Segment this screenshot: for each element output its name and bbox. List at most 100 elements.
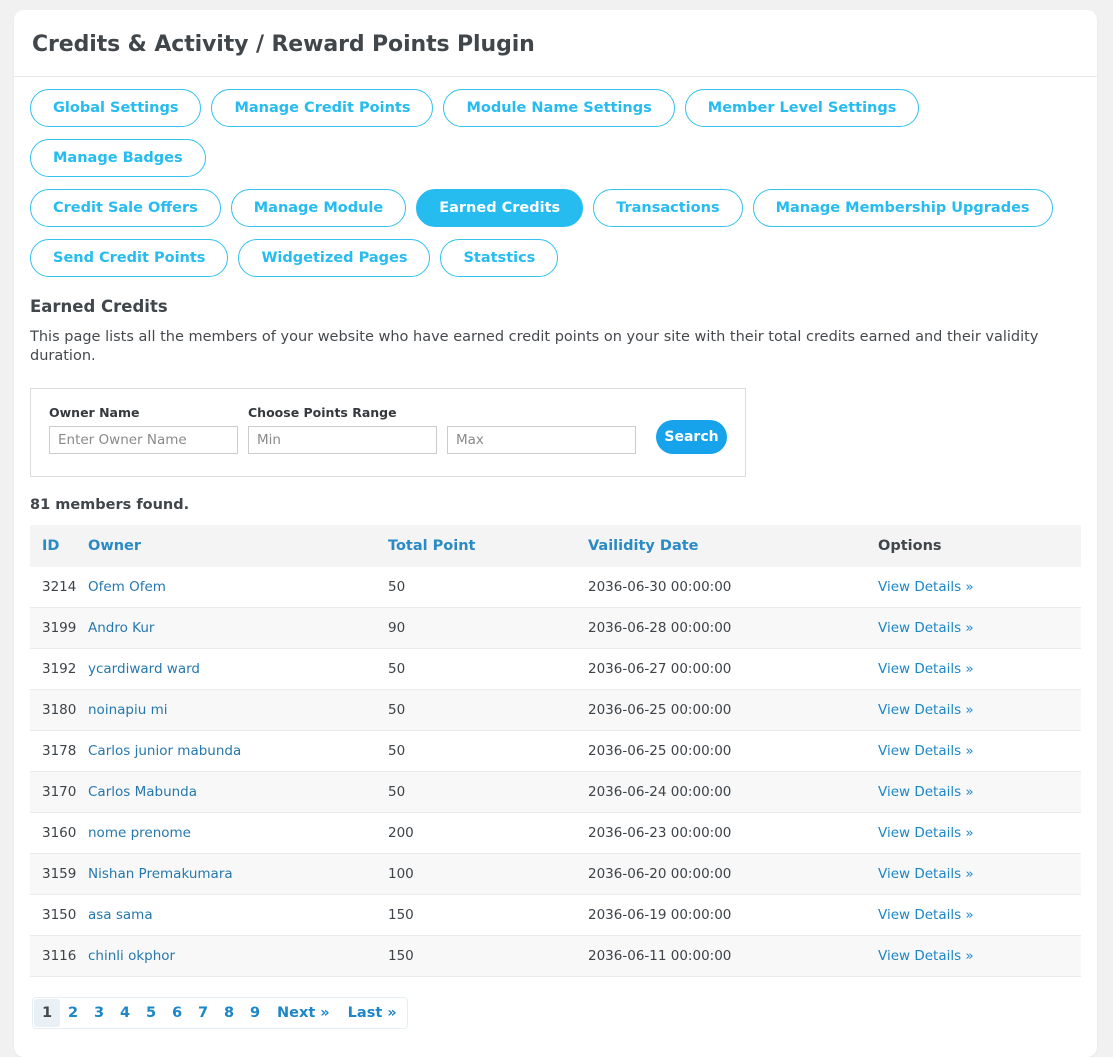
table-header-row: ID Owner Total Point Vailidity Date Opti… (30, 525, 1081, 568)
tab-navigation: Global Settings Manage Credit Points Mod… (14, 77, 1097, 289)
owner-link[interactable]: Carlos junior mabunda (88, 743, 241, 759)
cell-owner: Carlos junior mabunda (88, 730, 388, 773)
cell-owner: nome prenome (88, 812, 388, 855)
column-header-owner[interactable]: Owner (88, 525, 388, 568)
cell-validity-date: 2036-06-24 00:00:00 (588, 771, 878, 814)
tab-earned-credits[interactable]: Earned Credits (416, 189, 584, 228)
view-details-link[interactable]: View Details » (878, 620, 974, 636)
cell-owner: Andro Kur (88, 607, 388, 650)
owner-link[interactable]: Carlos Mabunda (88, 784, 197, 800)
tab-widgetized-pages[interactable]: Widgetized Pages (238, 239, 431, 278)
cell-owner: Ofem Ofem (88, 567, 388, 609)
tab-module-name-settings[interactable]: Module Name Settings (443, 89, 675, 128)
column-header-id[interactable]: ID (30, 525, 88, 568)
pagination-page-4[interactable]: 4 (112, 999, 138, 1027)
cell-total-point: 150 (388, 935, 588, 978)
cell-owner: asa sama (88, 894, 388, 937)
table-row: 3178 Carlos junior mabunda 50 2036-06-25… (30, 730, 1081, 773)
pagination-page-7[interactable]: 7 (190, 999, 216, 1027)
cell-options: View Details » (878, 771, 1081, 814)
view-details-link[interactable]: View Details » (878, 743, 974, 759)
page-title: Credits & Activity / Reward Points Plugi… (32, 32, 535, 57)
tab-credit-sale-offers[interactable]: Credit Sale Offers (30, 189, 221, 228)
cell-total-point: 200 (388, 812, 588, 855)
pagination-page-8[interactable]: 8 (216, 999, 242, 1027)
cell-options: View Details » (878, 853, 1081, 896)
owner-name-group: Owner Name (49, 405, 238, 455)
cell-total-point: 50 (388, 689, 588, 732)
owner-link[interactable]: noinapiu mi (88, 702, 167, 718)
tab-transactions[interactable]: Transactions (593, 189, 743, 228)
cell-total-point: 50 (388, 771, 588, 814)
owner-link[interactable]: chinli okphor (88, 948, 175, 964)
section-title: Earned Credits (30, 297, 168, 317)
view-details-link[interactable]: View Details » (878, 866, 974, 882)
cell-validity-date: 2036-06-19 00:00:00 (588, 894, 878, 937)
tab-global-settings[interactable]: Global Settings (30, 89, 202, 128)
cell-total-point: 100 (388, 853, 588, 896)
cell-id: 3214 (30, 567, 88, 609)
table-body: 3214 Ofem Ofem 50 2036-06-30 00:00:00 Vi… (30, 567, 1081, 978)
points-max-group (447, 408, 636, 455)
tab-row-1: Global Settings Manage Credit Points Mod… (30, 89, 1081, 189)
tab-manage-badges[interactable]: Manage Badges (30, 139, 206, 178)
cell-id: 3170 (30, 771, 88, 814)
owner-link[interactable]: asa sama (88, 907, 153, 923)
table-row: 3116 chinli okphor 150 2036-06-11 00:00:… (30, 935, 1081, 978)
owner-link[interactable]: nome prenome (88, 825, 191, 841)
owner-link[interactable]: ycardiward ward (88, 661, 200, 677)
pagination-last[interactable]: Last » (339, 999, 406, 1027)
table-row: 3170 Carlos Mabunda 50 2036-06-24 00:00:… (30, 771, 1081, 814)
cell-options: View Details » (878, 689, 1081, 732)
points-min-input[interactable] (248, 426, 437, 455)
column-header-options: Options (878, 525, 1081, 568)
view-details-link[interactable]: View Details » (878, 579, 974, 595)
owner-link[interactable]: Nishan Premakumara (88, 866, 233, 882)
cell-options: View Details » (878, 648, 1081, 691)
cell-options: View Details » (878, 935, 1081, 978)
view-details-link[interactable]: View Details » (878, 784, 974, 800)
owner-name-input[interactable] (49, 426, 238, 455)
owner-name-label: Owner Name (49, 405, 140, 421)
cell-id: 3180 (30, 689, 88, 732)
pagination-next[interactable]: Next » (268, 999, 339, 1027)
tab-statstics[interactable]: Statstics (440, 239, 559, 278)
pagination-page-6[interactable]: 6 (164, 999, 190, 1027)
owner-link[interactable]: Ofem Ofem (88, 579, 166, 595)
view-details-link[interactable]: View Details » (878, 825, 974, 841)
table-row: 3160 nome prenome 200 2036-06-23 00:00:0… (30, 812, 1081, 855)
cell-total-point: 90 (388, 607, 588, 650)
view-details-link[interactable]: View Details » (878, 948, 974, 964)
tab-member-level-settings[interactable]: Member Level Settings (684, 89, 920, 128)
tab-manage-credit-points[interactable]: Manage Credit Points (211, 89, 434, 128)
view-details-link[interactable]: View Details » (878, 661, 974, 677)
view-details-link[interactable]: View Details » (878, 907, 974, 923)
column-header-validity-date[interactable]: Vailidity Date (588, 525, 878, 568)
owner-link[interactable]: Andro Kur (88, 620, 154, 636)
tab-send-credit-points[interactable]: Send Credit Points (30, 239, 229, 278)
cell-validity-date: 2036-06-23 00:00:00 (588, 812, 878, 855)
points-max-input[interactable] (447, 426, 636, 455)
cell-options: View Details » (878, 730, 1081, 773)
cell-validity-date: 2036-06-30 00:00:00 (588, 567, 878, 609)
table-row: 3159 Nishan Premakumara 100 2036-06-20 0… (30, 853, 1081, 896)
cell-owner: Nishan Premakumara (88, 853, 388, 896)
tab-manage-membership-upgrades[interactable]: Manage Membership Upgrades (752, 189, 1053, 228)
cell-options: View Details » (878, 607, 1081, 650)
pagination-page-3[interactable]: 3 (86, 999, 112, 1027)
table-row: 3150 asa sama 150 2036-06-19 00:00:00 Vi… (30, 894, 1081, 937)
column-header-total-point[interactable]: Total Point (388, 525, 588, 568)
tab-manage-module[interactable]: Manage Module (230, 189, 407, 228)
search-button[interactable]: Search (656, 420, 727, 455)
view-details-link[interactable]: View Details » (878, 702, 974, 718)
pagination-page-9[interactable]: 9 (242, 999, 268, 1027)
cell-total-point: 50 (388, 730, 588, 773)
cell-id: 3150 (30, 894, 88, 937)
pagination-page-1[interactable]: 1 (34, 999, 60, 1028)
pagination-page-2[interactable]: 2 (60, 999, 86, 1027)
cell-options: View Details » (878, 894, 1081, 937)
cell-id: 3160 (30, 812, 88, 855)
pagination-page-5[interactable]: 5 (138, 999, 164, 1027)
page-card: Credits & Activity / Reward Points Plugi… (14, 10, 1097, 1057)
table-row: 3192 ycardiward ward 50 2036-06-27 00:00… (30, 648, 1081, 691)
